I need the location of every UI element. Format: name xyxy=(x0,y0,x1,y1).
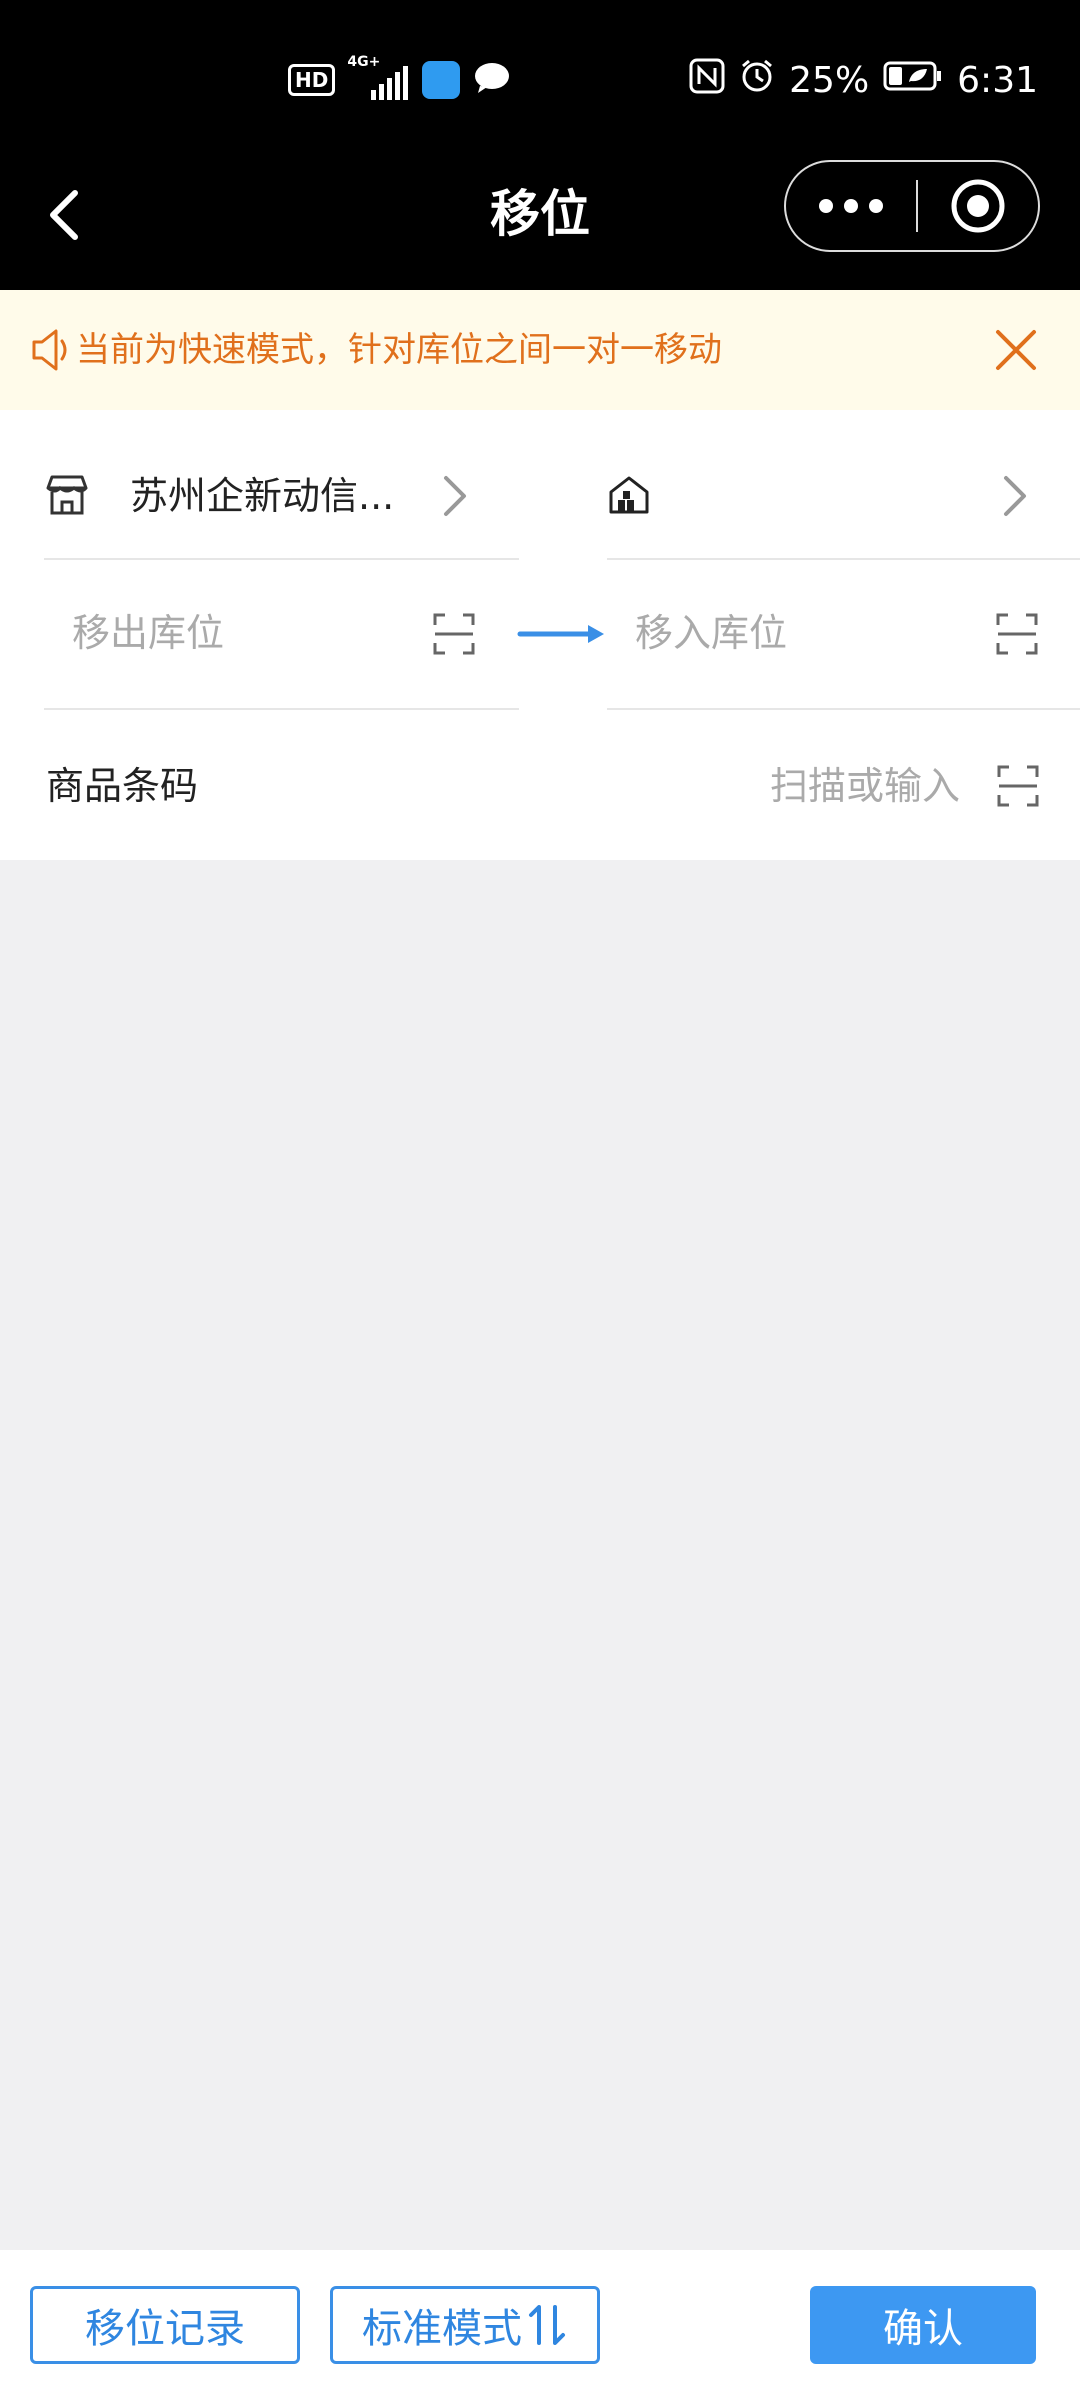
barcode-row[interactable]: 商品条码 扫描或输入 xyxy=(0,710,1080,860)
store-icon xyxy=(46,475,88,515)
speaker-icon xyxy=(32,329,67,371)
nfc-icon xyxy=(689,58,725,103)
chevron-right-icon xyxy=(444,476,466,516)
status-right: 25% 6:31 xyxy=(689,50,1038,110)
network-type: 4G+ xyxy=(347,54,381,70)
barcode-label: 商品条码 xyxy=(46,764,199,808)
mode-switch-label: 标准模式 xyxy=(362,2306,522,2352)
alarm-icon xyxy=(739,58,775,103)
clock-time: 6:31 xyxy=(957,59,1038,101)
status-left: HD 4G+ xyxy=(288,54,510,102)
mini-program-capsule xyxy=(784,160,1040,252)
divider xyxy=(44,558,519,560)
divider xyxy=(607,558,1080,560)
barcode-input[interactable]: 扫描或输入 xyxy=(770,756,960,816)
confirm-button[interactable]: 确认 xyxy=(810,2286,1036,2364)
notice-text: 当前为快速模式，针对库位之间一对一移动 xyxy=(76,330,722,370)
signal-icon: 4G+ xyxy=(347,54,409,100)
swap-vertical-icon xyxy=(529,2305,565,2345)
confirm-label: 确认 xyxy=(883,2306,963,2352)
close-icon[interactable] xyxy=(990,324,1042,376)
hd-icon: HD xyxy=(288,64,336,96)
target-circle-icon xyxy=(951,179,1005,233)
notice-bar: 当前为快速模式，针对库位之间一对一移动 xyxy=(0,290,1080,410)
move-record-button[interactable]: 移位记录 xyxy=(30,2286,300,2364)
source-location-input[interactable]: 移出库位 xyxy=(44,570,490,696)
battery-icon xyxy=(883,60,943,101)
app-notification-icon xyxy=(422,61,461,99)
more-dots-icon xyxy=(819,199,883,213)
scan-icon[interactable] xyxy=(995,612,1039,656)
battery-percent: 25% xyxy=(789,59,870,101)
move-form: 苏州企新动信... 移出库位 移入库位 商品条码 扫描或输入 xyxy=(0,410,1080,860)
scan-icon[interactable] xyxy=(432,612,476,656)
chat-bubble-icon xyxy=(474,62,510,98)
target-location-input[interactable]: 移入库位 xyxy=(607,570,1040,696)
scan-icon[interactable] xyxy=(996,764,1040,808)
mode-switch-button[interactable]: 标准模式 xyxy=(330,2286,600,2364)
move-record-label: 移位记录 xyxy=(85,2306,245,2352)
bottom-action-bar: 移位记录 标准模式 确认 xyxy=(0,2250,1080,2400)
arrow-right-icon xyxy=(517,625,604,643)
status-bar: HD 4G+ 25% 6:31 xyxy=(0,0,1080,160)
source-store-selector[interactable]: 苏州企新动信... xyxy=(30,450,480,540)
target-store-selector[interactable] xyxy=(600,450,1040,540)
source-location-placeholder: 移出库位 xyxy=(72,611,225,655)
chevron-right-icon xyxy=(1004,476,1026,516)
target-location-placeholder: 移入库位 xyxy=(635,611,788,655)
more-button[interactable] xyxy=(786,162,916,250)
close-program-button[interactable] xyxy=(918,162,1038,250)
warehouse-icon xyxy=(609,476,649,514)
source-store-name: 苏州企新动信... xyxy=(130,474,395,518)
nav-bar: 移位 xyxy=(0,140,1080,290)
